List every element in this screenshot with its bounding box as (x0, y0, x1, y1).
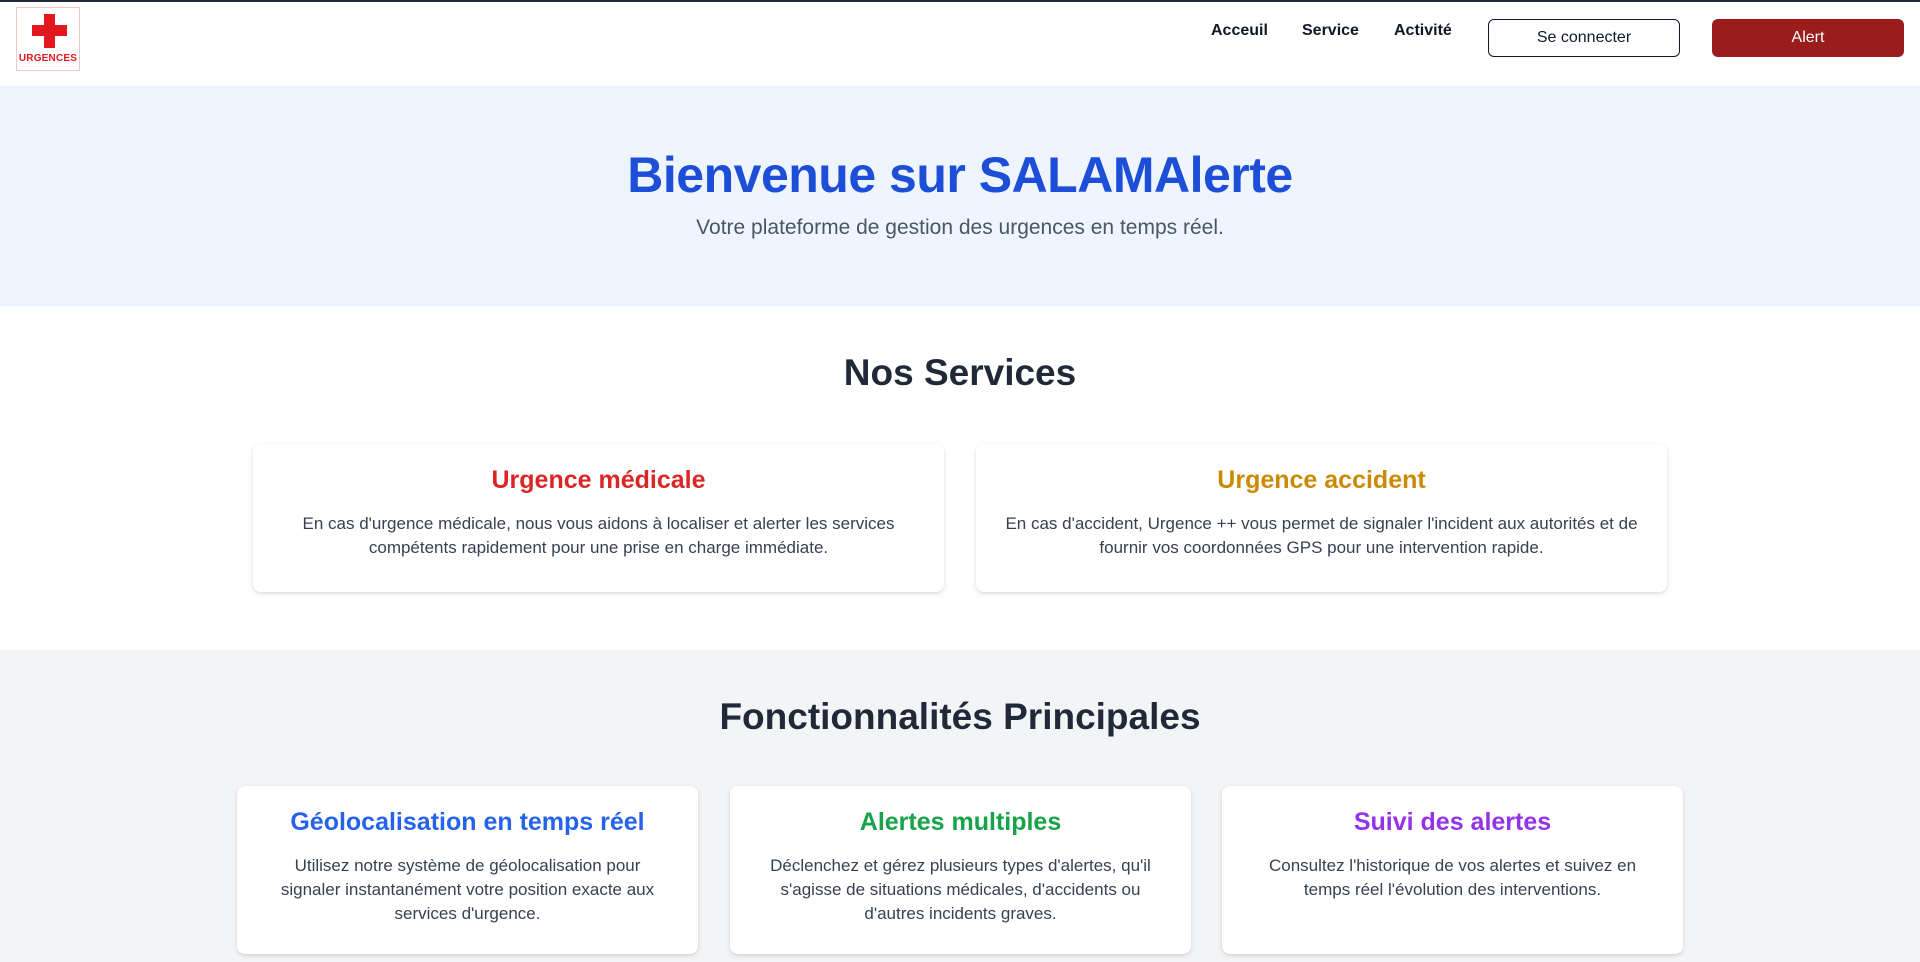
services-section: Nos Services Urgence médicale En cas d'u… (0, 306, 1920, 650)
hero-title: Bienvenue sur SALAMAlerte (627, 147, 1293, 203)
login-button[interactable]: Se connecter (1488, 19, 1680, 57)
feature-card-title: Géolocalisation en temps réel (290, 808, 645, 836)
service-card-accident: Urgence accident En cas d'accident, Urge… (976, 444, 1667, 592)
feature-card-title: Suivi des alertes (1353, 808, 1552, 836)
alert-button[interactable]: Alert (1712, 19, 1904, 57)
nav-link-service[interactable]: Service (1302, 22, 1359, 44)
service-card-text: En cas d'urgence médicale, nous vous aid… (302, 514, 895, 557)
feature-card-text: Déclenchez et gérez plusieurs types d'al… (770, 856, 1151, 923)
urgences-logo[interactable]: URGENCES (16, 7, 80, 71)
logo-text: URGENCES (18, 53, 78, 64)
features-section: Fonctionnalités Principales Géolocalisat… (0, 650, 1920, 962)
hero-subtitle: Votre plateforme de gestion des urgences… (696, 216, 1224, 239)
features-title: Fonctionnalités Principales (719, 696, 1201, 737)
nav-link-accueil[interactable]: Acceuil (1211, 22, 1268, 44)
feature-card-geolocation: Géolocalisation en temps réel Utilisez n… (237, 786, 698, 954)
service-card-title: Urgence accident (1217, 466, 1426, 494)
feature-card-text: Consultez l'historique de vos alertes et… (1268, 856, 1637, 899)
service-card-medical: Urgence médicale En cas d'urgence médica… (253, 444, 944, 592)
feature-card-text: Utilisez notre système de géolocalisatio… (280, 856, 655, 923)
feature-card-title: Alertes multiples (859, 808, 1062, 836)
nav-link-activite[interactable]: Activité (1394, 22, 1452, 44)
hero-section: Bienvenue sur SALAMAlerte Votre platefor… (0, 86, 1920, 306)
services-title: Nos Services (843, 352, 1077, 393)
service-card-text: En cas d'accident, Urgence ++ vous perme… (1005, 514, 1638, 557)
feature-card-multiple-alerts: Alertes multiples Déclenchez et gérez pl… (730, 786, 1191, 954)
site-header: URGENCES Acceuil Service Activité Se con… (0, 2, 1920, 86)
red-cross-icon-bar (32, 25, 67, 36)
service-card-title: Urgence médicale (491, 466, 706, 494)
feature-card-alert-tracking: Suivi des alertes Consultez l'historique… (1222, 786, 1683, 954)
